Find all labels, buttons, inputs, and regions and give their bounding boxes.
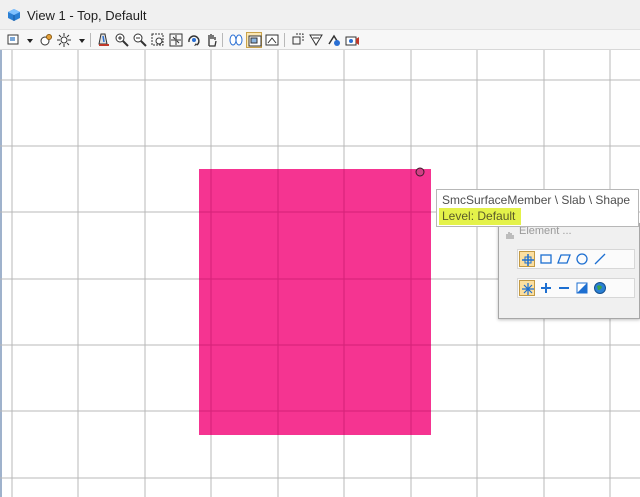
subtract-icon[interactable] <box>556 280 572 296</box>
toolbar-separator <box>222 33 223 47</box>
zoom-out-icon[interactable] <box>132 32 148 48</box>
brightness-icon[interactable] <box>56 32 72 48</box>
hand-grip-icon[interactable] <box>505 227 514 239</box>
rectangle-icon[interactable] <box>538 251 554 267</box>
popup-shape-tools-row <box>517 249 635 269</box>
snap-star-icon[interactable] <box>519 280 535 296</box>
tooltip-element-path: SmcSurfaceMember \ Slab \ Shape <box>442 193 631 207</box>
copy-view-icon[interactable] <box>246 32 262 48</box>
view-cube-icon <box>7 8 21 22</box>
fit-view-icon[interactable] <box>168 32 184 48</box>
update-view-icon[interactable] <box>96 32 112 48</box>
place-smartline-icon[interactable] <box>519 251 535 267</box>
globe-icon[interactable] <box>592 280 608 296</box>
popup-modifier-tools-row <box>517 278 635 298</box>
clip-volume-icon[interactable] <box>290 32 306 48</box>
toolbar-separator <box>90 33 91 47</box>
rotate-view-icon[interactable] <box>186 32 202 48</box>
view-toggle-icon[interactable] <box>264 32 280 48</box>
clip-mask-icon[interactable] <box>308 32 324 48</box>
display-style-icon[interactable] <box>38 32 54 48</box>
tooltip-level: Level: Default <box>442 209 516 223</box>
element-info-tooltip: SmcSurfaceMember \ Slab \ Shape Level: D… <box>436 189 639 227</box>
window-titlebar: View 1 - Top, Default <box>0 0 640 30</box>
parallelogram-icon[interactable] <box>556 251 572 267</box>
slab-shape[interactable] <box>199 169 431 435</box>
clip-toggle-icon[interactable] <box>326 32 342 48</box>
accudraw-tool-popup: Element ... <box>498 223 640 319</box>
add-icon[interactable] <box>538 280 554 296</box>
zoom-in-icon[interactable] <box>114 32 130 48</box>
view-attributes-icon[interactable] <box>6 32 22 48</box>
view-previous-next-icon[interactable] <box>228 32 244 48</box>
fill-shape-icon[interactable] <box>574 280 590 296</box>
line-icon[interactable] <box>592 251 608 267</box>
snap-point-marker <box>415 167 425 177</box>
toolbar-separator <box>284 33 285 47</box>
view-toolbar <box>0 30 640 50</box>
dropdown-arrow-icon[interactable] <box>74 32 85 48</box>
window-title: View 1 - Top, Default <box>27 8 147 23</box>
pan-view-icon[interactable] <box>204 32 220 48</box>
window-area-icon[interactable] <box>150 32 166 48</box>
dropdown-arrow-icon[interactable] <box>22 32 33 48</box>
camera-icon[interactable] <box>344 32 360 48</box>
circle-icon[interactable] <box>574 251 590 267</box>
